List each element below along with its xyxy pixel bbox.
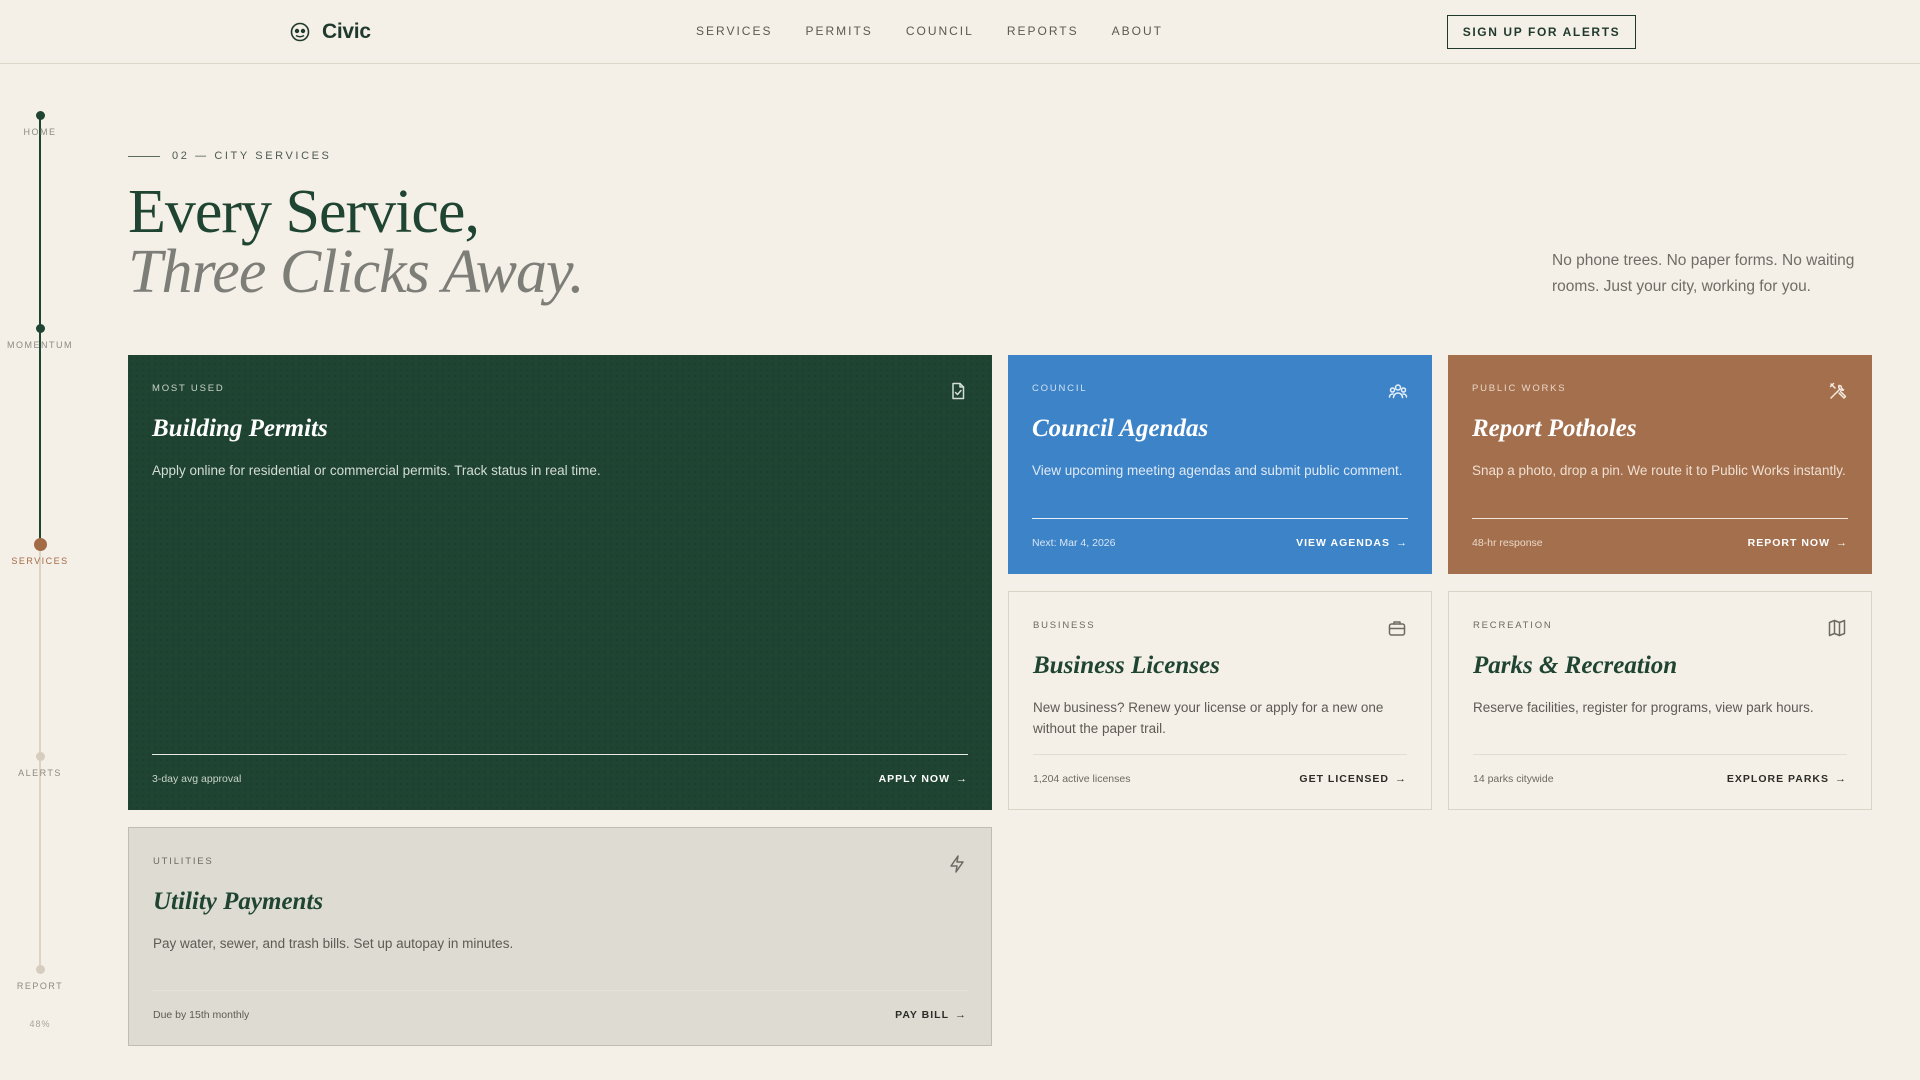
card-description: New business? Renew your license or appl… [1033, 700, 1384, 736]
main-nav: SERVICES PERMITS COUNCIL REPORTS ABOUT [696, 24, 1163, 38]
card-title: Report Potholes [1472, 415, 1637, 442]
card-building-permits[interactable]: MOST USED Building Permits Apply online … [128, 355, 992, 810]
card-divider [1472, 518, 1848, 519]
card-divider [1032, 518, 1408, 519]
brand-logo[interactable]: Civic [290, 20, 371, 44]
card-title: Business Licenses [1033, 652, 1220, 679]
explore-parks-link[interactable]: EXPLORE PARKS → [1727, 773, 1847, 785]
card-business-licenses[interactable]: BUSINESS Business Licenses New business?… [1008, 591, 1432, 810]
tools-icon [1829, 382, 1847, 399]
card-utility-payments[interactable]: UTILITIES Utility Payments Pay water, se… [128, 827, 992, 1046]
sign-up-alerts-button[interactable]: SIGN UP FOR ALERTS [1447, 15, 1636, 49]
card-divider [1473, 754, 1847, 755]
arrow-right-icon: → [955, 1009, 967, 1021]
card-description: View upcoming meeting agendas and submit… [1032, 463, 1403, 478]
card-tag: UTILITIES [153, 856, 214, 867]
card-description: Apply online for residential or commerci… [152, 463, 601, 478]
arrow-right-icon: → [956, 773, 968, 785]
card-divider [1033, 754, 1407, 755]
document-check-icon [952, 382, 965, 400]
arrow-right-icon: → [1836, 537, 1848, 549]
card-title: Building Permits [152, 415, 328, 442]
nav-council[interactable]: COUNCIL [906, 24, 974, 38]
section-intro: No phone trees. No paper forms. No waiti… [1552, 252, 1855, 295]
rail-label-alerts[interactable]: ALERTS [0, 768, 80, 778]
card-meta: 48-hr response [1472, 537, 1543, 549]
card-title: Utility Payments [153, 888, 324, 915]
action-label: VIEW AGENDAS [1296, 537, 1390, 549]
arrow-right-icon: → [1395, 773, 1407, 785]
card-description: Snap a photo, drop a pin. We route it to… [1472, 463, 1846, 478]
rail-label-momentum[interactable]: MOMENTUM [0, 340, 80, 350]
action-label: REPORT NOW [1747, 537, 1830, 549]
arrow-right-icon: → [1396, 537, 1408, 549]
card-description: Pay water, sewer, and trash bills. Set u… [153, 936, 514, 951]
lightning-icon [950, 855, 964, 873]
rail-dot-services[interactable] [33, 538, 47, 551]
view-agendas-link[interactable]: VIEW AGENDAS → [1296, 537, 1408, 549]
apply-now-link[interactable]: APPLY NOW → [879, 773, 968, 785]
card-meta: 1,204 active licenses [1033, 773, 1131, 785]
card-title: Parks & Recreation [1473, 652, 1678, 679]
briefcase-icon [1388, 621, 1406, 636]
card-title: Council Agendas [1032, 415, 1209, 442]
card-meta: Next: Mar 4, 2026 [1032, 537, 1116, 549]
headline-line-2: Three Clicks Away. [128, 238, 585, 306]
map-icon [1828, 619, 1846, 637]
card-tag: BUSINESS [1033, 620, 1096, 631]
brand-name: Civic [322, 20, 371, 43]
section-progress-rail: HOME MOMENTUM SERVICES ALERTS REPORT 48% [0, 64, 80, 1080]
card-tag: RECREATION [1473, 620, 1553, 631]
arrow-right-icon: → [1835, 773, 1847, 785]
section-eyebrow: 02 — CITY SERVICES [128, 150, 332, 162]
card-report-potholes[interactable]: PUBLIC WORKS Report Potholes Snap a phot… [1448, 355, 1872, 574]
action-label: GET LICENSED [1299, 773, 1389, 785]
card-meta: 14 parks citywide [1473, 773, 1554, 785]
rail-dot-momentum[interactable] [35, 324, 45, 333]
card-meta: Due by 15th monthly [153, 1009, 250, 1021]
card-tag: PUBLIC WORKS [1472, 383, 1567, 394]
card-parks-recreation[interactable]: RECREATION Parks & Recreation Reserve fa… [1448, 591, 1872, 810]
card-divider [152, 754, 968, 755]
rail-dot-home[interactable] [35, 111, 45, 120]
card-meta: 3-day avg approval [152, 773, 242, 785]
card-tag: COUNCIL [1032, 383, 1088, 394]
action-label: PAY BILL [895, 1009, 949, 1021]
eyebrow-label: 02 — CITY SERVICES [172, 150, 332, 162]
scroll-percent: 48% [29, 1019, 51, 1029]
rail-label-home[interactable]: HOME [0, 127, 80, 137]
get-licensed-link[interactable]: GET LICENSED → [1299, 773, 1407, 785]
rail-label-services[interactable]: SERVICES [0, 556, 80, 566]
nav-reports[interactable]: REPORTS [1007, 24, 1079, 38]
nav-permits[interactable]: PERMITS [805, 24, 872, 38]
eyebrow-rule [128, 155, 160, 157]
card-divider [153, 990, 967, 991]
card-tag: MOST USED [152, 383, 225, 394]
card-council-agendas[interactable]: COUNCIL Council Agendas View upcoming me… [1008, 355, 1432, 574]
rail-dot-report[interactable] [35, 965, 45, 974]
rail-label-report[interactable]: REPORT [0, 981, 80, 991]
top-navigation-bar: Civic SERVICES PERMITS COUNCIL REPORTS A… [0, 0, 1920, 64]
card-description: Reserve facilities, register for program… [1473, 700, 1814, 715]
civic-logo-icon [290, 22, 310, 42]
nav-about[interactable]: ABOUT [1112, 24, 1163, 38]
pay-bill-link[interactable]: PAY BILL → [895, 1009, 967, 1021]
report-now-link[interactable]: REPORT NOW → [1748, 537, 1848, 549]
action-label: EXPLORE PARKS [1726, 773, 1829, 785]
rail-dot-alerts[interactable] [35, 752, 45, 761]
nav-services[interactable]: SERVICES [696, 24, 772, 38]
action-label: APPLY NOW [878, 773, 950, 785]
people-icon [1388, 384, 1408, 399]
